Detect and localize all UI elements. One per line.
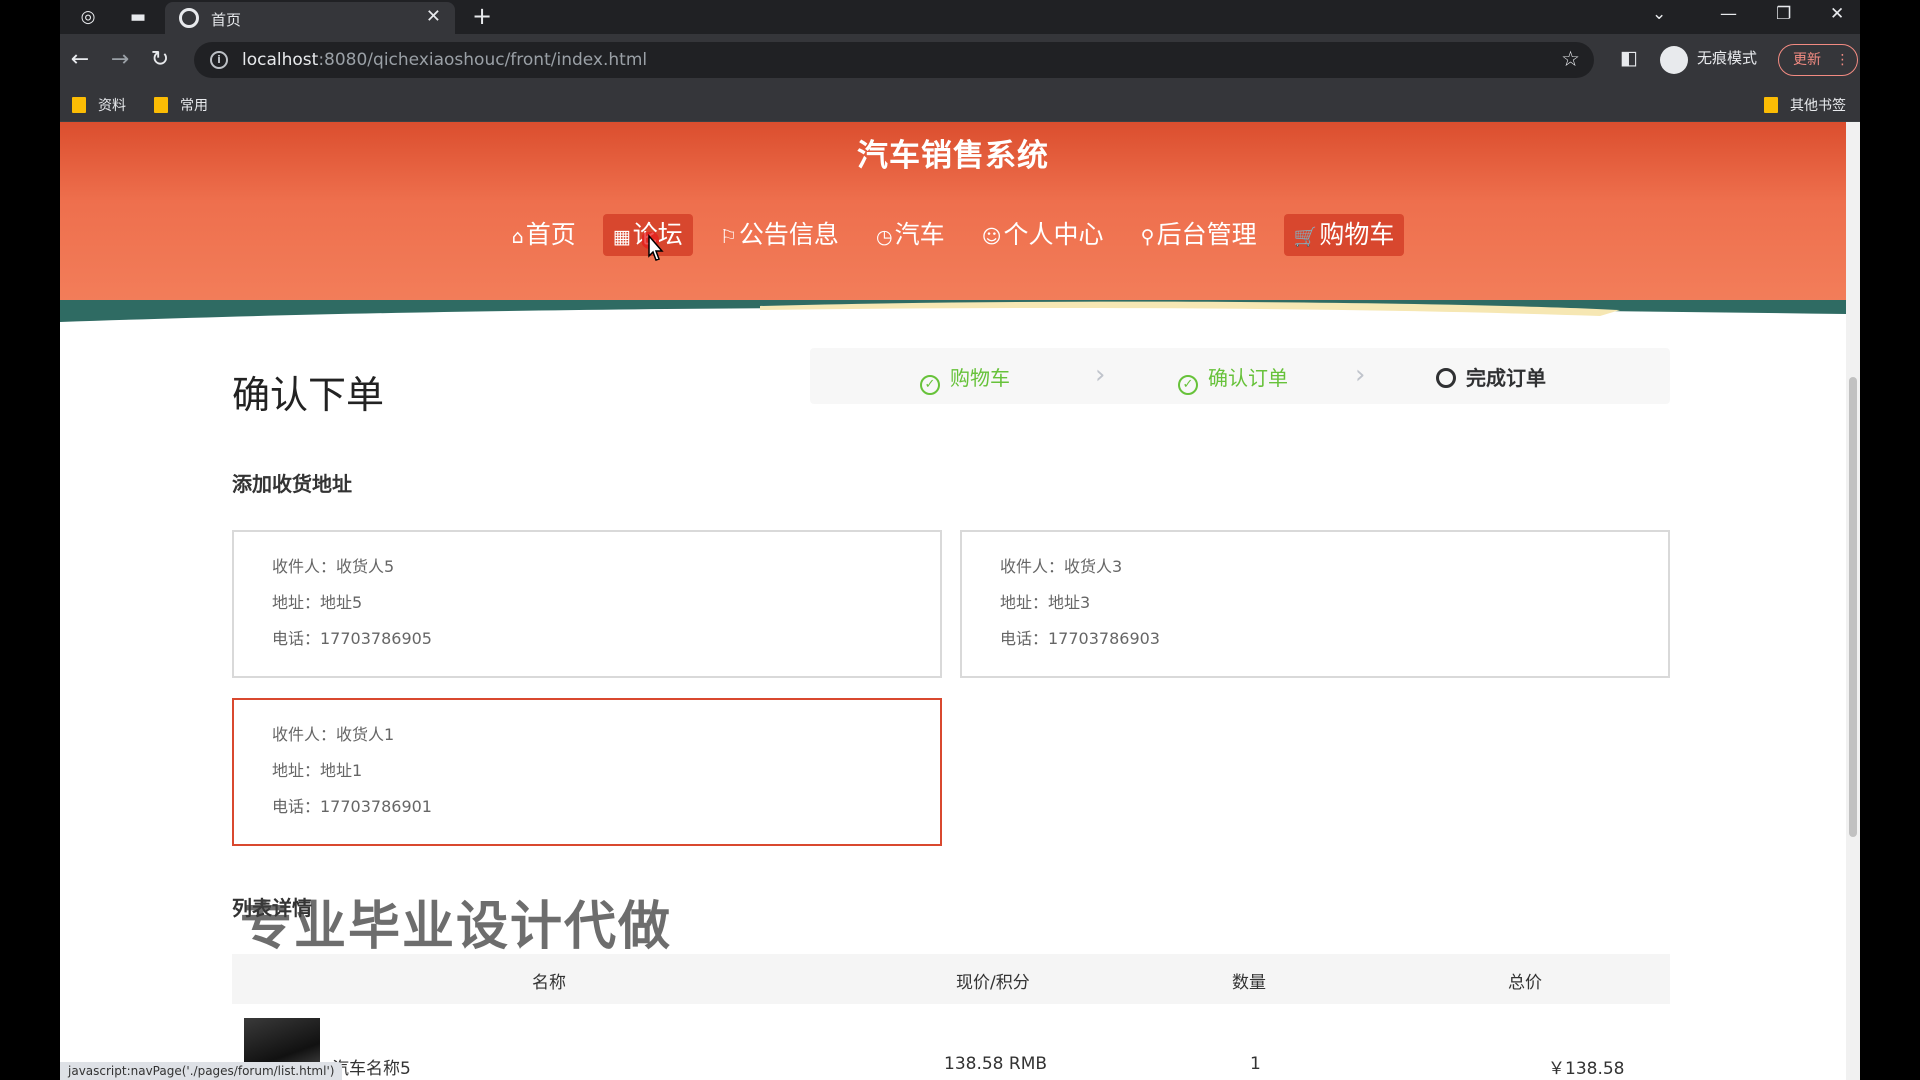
bookmark-folder-changyong[interactable]: 常用 <box>154 95 208 115</box>
incognito-icon[interactable] <box>1660 46 1688 74</box>
link-icon: ⚲ <box>1140 226 1155 248</box>
minimize-icon[interactable]: — <box>1720 4 1737 24</box>
address-bar[interactable]: i localhost:8080/qichexiaoshouc/front/in… <box>194 42 1594 78</box>
forward-icon[interactable]: → <box>106 46 134 74</box>
bookmarks-bar: 资料 常用 其他书签 <box>60 86 1860 122</box>
nav-cars[interactable]: ◷汽车 <box>866 214 955 256</box>
folder-icon <box>72 97 86 113</box>
site-header: 汽车销售系统 ⌂首页 ▦论坛 ⚐公告信息 ◷汽车 ☺个人中心 ⚲后台管理 🛒购物… <box>60 122 1846 322</box>
order-steps: ✓ 购物车 › ✓ 确认订单 › 完成订单 <box>810 348 1670 404</box>
site-title: 汽车销售系统 <box>857 138 1049 174</box>
grid-icon: ▦ <box>612 226 631 248</box>
address-card-selected[interactable]: 收件人：收货人1 地址：地址1 电话：17703786901 <box>232 698 942 846</box>
tab-actions-icon[interactable]: ▬ <box>126 5 150 29</box>
watermark-text: 专业毕业设计代做 <box>240 897 673 957</box>
site-info-icon[interactable]: i <box>210 51 228 69</box>
item-name: 汽车名称5 <box>332 1059 411 1079</box>
browser-window: ◎ ▬ 首页 ✕ + ⌄ — ❐ ✕ ← → ↻ i localhost:808… <box>60 0 1860 1080</box>
new-tab-icon[interactable]: + <box>472 2 492 30</box>
tab-search-icon[interactable]: ◎ <box>76 5 100 29</box>
tab-title: 首页 <box>211 11 242 29</box>
other-bookmarks[interactable]: 其他书签 <box>1764 95 1846 115</box>
tab-active[interactable]: 首页 ✕ <box>165 2 455 34</box>
folder-icon <box>154 97 168 113</box>
header-wave <box>60 300 1846 322</box>
circle-icon <box>1436 368 1456 388</box>
mouse-cursor-icon <box>642 232 664 261</box>
status-bar-url: javascript:navPage('./pages/forum/list.h… <box>60 1062 343 1080</box>
bookmark-folder-ziliao[interactable]: 资料 <box>72 95 126 115</box>
nav-home[interactable]: ⌂首页 <box>502 214 586 256</box>
nav-admin[interactable]: ⚲后台管理 <box>1131 214 1267 256</box>
col-price: 现价/积分 <box>956 973 1030 993</box>
step-cart: ✓ 购物车 <box>920 362 1010 395</box>
address-card[interactable]: 收件人：收货人5 地址：地址5 电话：17703786905 <box>232 530 942 678</box>
item-quantity: 1 <box>1250 1054 1261 1074</box>
nav-profile[interactable]: ☺个人中心 <box>972 214 1114 256</box>
page-title: 确认下单 <box>232 373 385 417</box>
chevron-right-icon: › <box>1355 360 1366 390</box>
update-button[interactable]: 更新 ⋮ <box>1778 44 1858 76</box>
user-icon: ☺ <box>981 226 1002 248</box>
folder-icon <box>1764 97 1778 113</box>
chevron-right-icon: › <box>1095 360 1106 390</box>
tab-close-icon[interactable]: ✕ <box>426 6 441 27</box>
table-header: 名称 现价/积分 数量 总价 <box>232 954 1670 1004</box>
step-complete: 完成订单 <box>1436 362 1546 391</box>
item-total: ￥138.58 <box>1548 1059 1625 1079</box>
main-nav: ⌂首页 ▦论坛 ⚐公告信息 ◷汽车 ☺个人中心 ⚲后台管理 🛒购物车 <box>60 214 1846 256</box>
item-price: 138.58 RMB <box>944 1054 1048 1074</box>
step-confirm: ✓ 确认订单 <box>1178 362 1288 395</box>
browser-toolbar: ← → ↻ i localhost:8080/qichexiaoshouc/fr… <box>60 34 1860 86</box>
tab-list-icon[interactable]: ⌄ <box>1652 4 1666 24</box>
incognito-label[interactable]: 无痕模式 <box>1697 47 1757 68</box>
clock-icon: ◷ <box>876 226 893 248</box>
reload-icon[interactable]: ↻ <box>146 46 174 74</box>
bookmark-star-icon[interactable]: ☆ <box>1561 47 1580 71</box>
url-text[interactable]: localhost:8080/qichexiaoshouc/front/inde… <box>242 50 647 70</box>
cart-icon: 🛒 <box>1293 226 1318 248</box>
page-scrollbar[interactable] <box>1846 122 1860 1080</box>
restore-icon[interactable]: ❐ <box>1776 4 1791 24</box>
nav-announcements[interactable]: ⚐公告信息 <box>710 214 849 256</box>
col-qty: 数量 <box>1232 973 1266 993</box>
side-panel-icon[interactable]: ◧ <box>1620 47 1638 69</box>
screen: ◎ ▬ 首页 ✕ + ⌄ — ❐ ✕ ← → ↻ i localhost:808… <box>0 0 1920 1080</box>
globe-icon <box>179 8 199 28</box>
scrollbar-thumb[interactable] <box>1849 377 1857 837</box>
page-viewport: 汽车销售系统 ⌂首页 ▦论坛 ⚐公告信息 ◷汽车 ☺个人中心 ⚲后台管理 🛒购物… <box>60 122 1846 1080</box>
check-circle-icon: ✓ <box>920 375 940 395</box>
col-name: 名称 <box>532 973 566 993</box>
close-window-icon[interactable]: ✕ <box>1830 4 1844 24</box>
table-row: 汽车名称5 138.58 RMB 1 ￥138.58 <box>232 1016 1670 1080</box>
home-icon: ⌂ <box>511 226 524 248</box>
address-card[interactable]: 收件人：收货人3 地址：地址3 电话：17703786903 <box>960 530 1670 678</box>
address-section-label: 添加收货地址 <box>232 472 352 496</box>
col-total: 总价 <box>1508 973 1542 993</box>
check-circle-icon: ✓ <box>1178 375 1198 395</box>
more-menu-icon[interactable]: ⋮ <box>1835 52 1849 68</box>
flag-icon: ⚐ <box>719 226 737 248</box>
nav-cart[interactable]: 🛒购物车 <box>1283 214 1405 256</box>
tab-strip: ◎ ▬ 首页 ✕ + ⌄ — ❐ ✕ <box>60 0 1860 34</box>
back-icon[interactable]: ← <box>66 46 94 74</box>
